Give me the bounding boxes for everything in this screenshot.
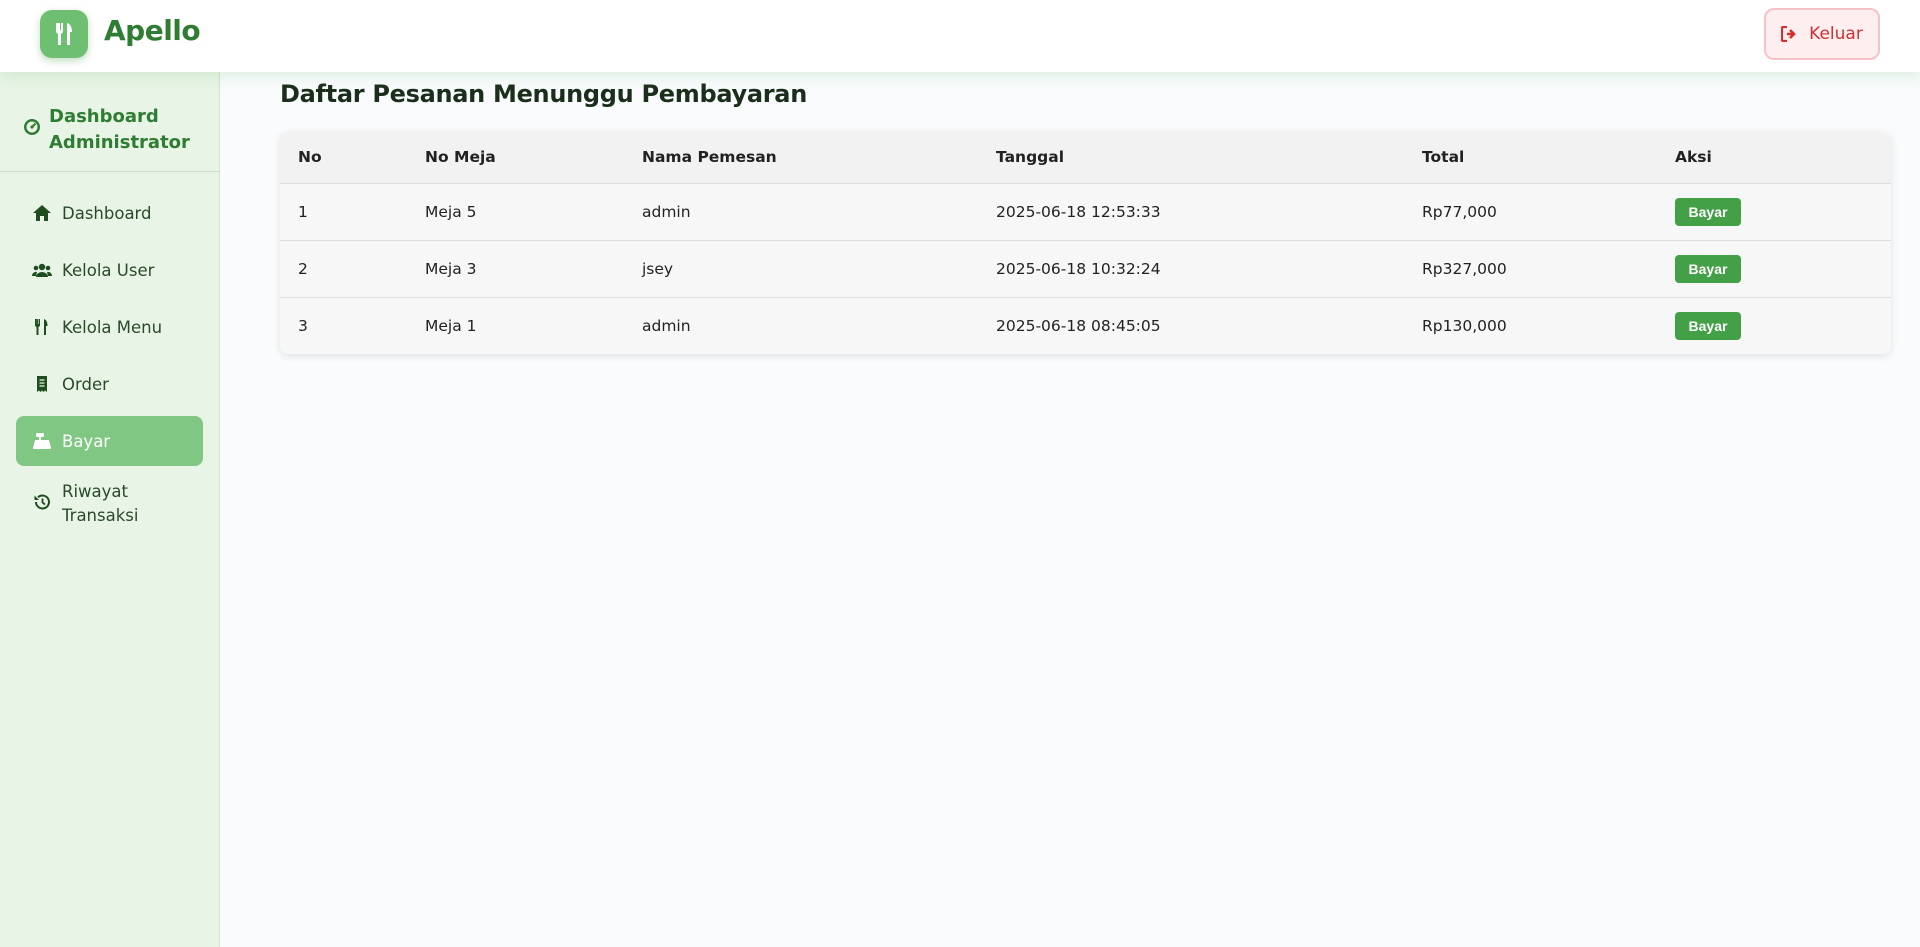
cash-register-icon — [33, 433, 51, 449]
logout-label: Keluar — [1809, 24, 1863, 44]
sidebar-title: Dashboard Administrator — [49, 106, 190, 153]
logo[interactable] — [40, 10, 88, 58]
cell-total: Rp327,000 — [1404, 240, 1657, 298]
column-header: Aksi — [1657, 132, 1891, 184]
cell-no: 3 — [298, 316, 308, 335]
brand-name[interactable]: Apello — [104, 14, 201, 47]
sidebar-item-label: Kelola Menu — [62, 317, 163, 337]
logout-button[interactable]: Keluar — [1764, 8, 1880, 60]
column-header: Tanggal — [978, 132, 1404, 184]
cell-aksi: Bayar — [1657, 183, 1891, 241]
cell-meja: Meja 1 — [425, 316, 477, 335]
table-header-row: No No Meja Nama Pemesan Tanggal Total Ak… — [280, 132, 1891, 184]
column-header: No — [280, 132, 407, 184]
sidebar-item-label: Kelola User — [62, 260, 155, 280]
bayar-button[interactable]: Bayar — [1675, 254, 1741, 283]
table-row: 3 Meja 1 admin 2025-06-18 08:45:05 Rp130… — [280, 297, 1891, 354]
sidebar-item-bayar[interactable]: Bayar — [16, 416, 203, 466]
history-icon — [34, 494, 50, 510]
sidebar-item-label: Dashboard — [62, 203, 152, 223]
pending-orders-table: No No Meja Nama Pemesan Tanggal Total Ak… — [280, 132, 1891, 354]
utensils-icon — [56, 23, 72, 45]
cell-tanggal: 2025-06-18 12:53:33 — [978, 183, 1404, 241]
top-header: Apello Keluar — [0, 0, 1920, 72]
column-header: Nama Pemesan — [624, 132, 978, 184]
sidebar-item-kelola-user[interactable]: Kelola User — [16, 245, 203, 295]
receipt-icon — [37, 376, 47, 392]
sidebar: Dashboard Administrator Dashboard Kelola… — [0, 72, 220, 947]
users-icon — [32, 263, 52, 277]
bayar-button[interactable]: Bayar — [1675, 197, 1741, 226]
cell-nama: admin — [624, 183, 978, 241]
cell-aksi: Bayar — [1657, 240, 1891, 298]
cell-tanggal: 2025-06-18 10:32:24 — [978, 240, 1404, 298]
cell-no: 1 — [280, 183, 407, 241]
cell-meja: Meja 5 — [407, 183, 624, 241]
page-title: Daftar Pesanan Menunggu Pembayaran — [280, 80, 807, 108]
sidebar-item-kelola-menu[interactable]: Kelola Menu — [16, 302, 203, 352]
sidebar-item-riwayat-transaksi[interactable]: Riwayat Transaksi — [16, 473, 203, 535]
sidebar-header: Dashboard Administrator — [0, 72, 219, 172]
cell-nama: jsey — [624, 240, 978, 298]
utensils-icon — [35, 319, 48, 335]
table-row: 1 Meja 5 admin 2025-06-18 12:53:33 Rp77,… — [280, 183, 1891, 241]
sidebar-item-label: Riwayat Transaksi — [62, 482, 139, 525]
cell-no: 2 — [280, 240, 407, 298]
cell-meja: Meja 3 — [407, 240, 624, 298]
cell-nama: admin — [642, 316, 691, 335]
column-header: Total — [1404, 132, 1657, 184]
cell-aksi: Bayar — [1657, 297, 1891, 354]
sign-out-icon — [1781, 26, 1796, 42]
sidebar-item-label: Bayar — [62, 431, 111, 451]
sidebar-item-dashboard[interactable]: Dashboard — [16, 188, 203, 238]
bayar-button[interactable]: Bayar — [1675, 311, 1741, 340]
cell-total: Rp130,000 — [1422, 316, 1507, 335]
home-icon — [33, 205, 51, 221]
cell-tanggal: 2025-06-18 08:45:05 — [996, 316, 1161, 335]
table-row: 2 Meja 3 jsey 2025-06-18 10:32:24 Rp327,… — [280, 240, 1891, 298]
tachometer-icon — [24, 119, 40, 135]
sidebar-item-label: Order — [62, 374, 109, 394]
column-header: No Meja — [407, 132, 624, 184]
cell-total: Rp77,000 — [1404, 183, 1657, 241]
sidebar-item-order[interactable]: Order — [16, 359, 203, 409]
